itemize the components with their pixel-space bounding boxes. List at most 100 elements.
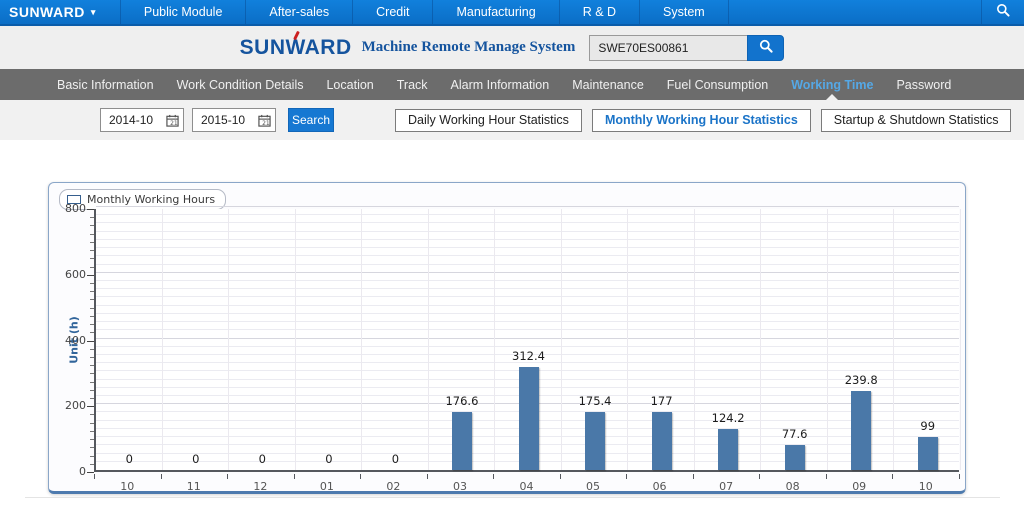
bar-03 [452, 412, 472, 470]
menu-item-after-sales[interactable]: After-sales [246, 0, 353, 24]
y-axis-tick [87, 406, 94, 407]
x-axis-label: 03 [438, 480, 482, 493]
bar-07 [718, 429, 738, 470]
startup-shutdown-statistics-button[interactable]: Startup & Shutdown Statistics [821, 109, 1012, 132]
legend-label: Monthly Working Hours [87, 193, 215, 206]
y-axis-tick [90, 456, 94, 457]
machine-search [589, 35, 784, 61]
gridline-vertical [694, 209, 695, 470]
bar-06 [652, 412, 672, 470]
bar-09 [851, 391, 871, 470]
gridline-vertical [561, 209, 562, 470]
gridline-horizontal [96, 338, 959, 339]
gridline-vertical [494, 209, 495, 470]
y-axis-label: 0 [54, 465, 86, 478]
bar-value-label: 239.8 [829, 373, 893, 387]
search-button[interactable]: Search [288, 108, 334, 132]
menu-item-credit[interactable]: Credit [353, 0, 433, 24]
x-axis-tick [493, 474, 494, 479]
y-axis-tick [90, 250, 94, 251]
topbar-logo[interactable]: SUNWARD ▾ [0, 0, 106, 24]
bar-value-label: 177 [630, 394, 694, 408]
tab-working-time[interactable]: Working Time [783, 69, 881, 100]
gridline-vertical [960, 209, 961, 470]
tab-fuel-consumption[interactable]: Fuel Consumption [659, 69, 776, 100]
date-to-input[interactable] [193, 113, 251, 127]
daily-working-hour-statistics-button[interactable]: Daily Working Hour Statistics [395, 109, 582, 132]
menu-item-rd[interactable]: R & D [560, 0, 640, 24]
gridline-horizontal [96, 222, 959, 223]
calendar-icon[interactable]: 21 [258, 114, 271, 132]
tab-basic-information[interactable]: Basic Information [49, 69, 162, 100]
x-axis-label: 08 [771, 480, 815, 493]
bar-08 [785, 445, 805, 471]
calendar-icon[interactable]: 21 [166, 114, 179, 132]
x-axis-tick [892, 474, 893, 479]
y-axis-tick [90, 308, 94, 309]
bar-value-label: 0 [363, 452, 427, 466]
system-title: Machine Remote Manage System [362, 39, 576, 56]
menu-item-system[interactable]: System [640, 0, 729, 24]
y-axis-label: 200 [54, 399, 86, 412]
bar-05 [585, 412, 605, 470]
y-axis-tick [90, 431, 94, 432]
machine-search-button[interactable] [747, 35, 784, 61]
gridline-horizontal [96, 214, 959, 215]
monthly-working-hour-statistics-button[interactable]: Monthly Working Hour Statistics [592, 109, 811, 132]
chevron-down-icon: ▾ [91, 7, 96, 18]
gridline-vertical [893, 209, 894, 470]
gridline-vertical [428, 209, 429, 470]
y-axis-tick [90, 283, 94, 284]
machine-search-input[interactable] [589, 35, 747, 61]
y-axis-tick [87, 341, 94, 342]
x-axis-tick [227, 474, 228, 479]
y-axis-tick [90, 316, 94, 317]
search-icon [758, 38, 774, 57]
gridline-horizontal [96, 255, 959, 256]
bar-value-label: 176.6 [430, 394, 494, 408]
y-axis-label: 600 [54, 268, 86, 281]
y-axis-tick [90, 299, 94, 300]
y-axis-tick [90, 225, 94, 226]
gridline-horizontal [96, 346, 959, 347]
tab-alarm-information[interactable]: Alarm Information [443, 69, 558, 100]
gridline-vertical [627, 209, 628, 470]
bar-value-label: 0 [297, 452, 361, 466]
y-axis-tick [90, 349, 94, 350]
x-axis-label: 01 [305, 480, 349, 493]
y-axis-tick [90, 464, 94, 465]
date-from-field[interactable]: 21 [100, 108, 184, 132]
gridline-vertical [295, 209, 296, 470]
top-nav-bar: SUNWARD ▾ Public Module After-sales Cred… [0, 0, 1024, 26]
tab-track[interactable]: Track [389, 69, 436, 100]
gridline-vertical [361, 209, 362, 470]
tab-location[interactable]: Location [318, 69, 381, 100]
tab-work-condition-details[interactable]: Work Condition Details [169, 69, 312, 100]
menu-item-manufacturing[interactable]: Manufacturing [433, 0, 559, 24]
y-axis-tick [90, 439, 94, 440]
date-from-input[interactable] [101, 113, 159, 127]
gridline-horizontal [96, 329, 959, 330]
topbar-search-button[interactable] [981, 0, 1024, 24]
x-axis-tick [826, 474, 827, 479]
menu-item-public-module[interactable]: Public Module [120, 0, 247, 24]
y-axis-tick [90, 390, 94, 391]
gridline-horizontal [96, 296, 959, 297]
tab-password[interactable]: Password [888, 69, 959, 100]
x-axis-tick [294, 474, 295, 479]
y-axis-tick [90, 234, 94, 235]
y-axis-tick [90, 365, 94, 366]
tab-maintenance[interactable]: Maintenance [564, 69, 652, 100]
brand-header: SUNWARD Machine Remote Manage System [0, 26, 1024, 69]
x-axis-label: 05 [571, 480, 615, 493]
x-axis-label: 06 [638, 480, 682, 493]
y-axis-tick [90, 373, 94, 374]
bar-value-label: 0 [97, 452, 161, 466]
chart-panel: Monthly Working Hours Unit (h) 00000176.… [48, 182, 966, 494]
date-to-field[interactable]: 21 [192, 108, 276, 132]
section-tab-bar: Basic Information Work Condition Details… [0, 69, 1024, 100]
x-axis-tick [360, 474, 361, 479]
x-axis-label: 04 [505, 480, 549, 493]
x-axis-tick [959, 474, 960, 479]
brand-logo: SUNWARD [240, 36, 352, 60]
